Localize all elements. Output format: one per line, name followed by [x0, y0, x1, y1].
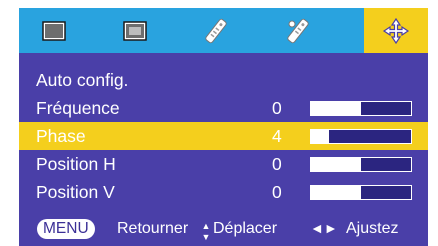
menu-item-value: 0 — [272, 154, 282, 174]
options-remote-icon — [287, 18, 309, 43]
tab-settings[interactable] — [187, 8, 245, 53]
frequence-slider[interactable] — [310, 101, 412, 116]
up-down-arrows-icon: ▲▼ — [201, 221, 211, 242]
picture-icon — [42, 20, 66, 41]
slider-fill — [311, 158, 361, 171]
tab-position[interactable] — [364, 8, 428, 53]
menu-item-label: Fréquence — [36, 98, 120, 118]
menu-item-frequence[interactable]: Fréquence 0 — [19, 94, 428, 122]
position-move-icon — [382, 17, 410, 44]
menu-item-auto-config[interactable]: Auto config. — [19, 66, 428, 94]
menu-item-position-h[interactable]: Position H 0 — [19, 150, 428, 178]
menu-item-value: 4 — [272, 126, 282, 146]
menu-item-value: 0 — [272, 182, 282, 202]
move-hint-label: Déplacer — [213, 220, 278, 237]
settings-remote-icon — [205, 18, 227, 43]
tab-screen[interactable] — [106, 8, 164, 53]
tab-options[interactable] — [269, 8, 327, 53]
menu-item-label: Auto config. — [36, 70, 129, 90]
screen-icon — [123, 20, 147, 41]
menu-key-badge: MENU — [37, 219, 95, 239]
position-v-slider[interactable] — [310, 185, 412, 200]
tab-bar — [19, 8, 428, 53]
back-hint-label: Retourner — [117, 220, 189, 237]
menu-item-position-v[interactable]: Position V 0 — [19, 178, 428, 206]
menu-item-value: 0 — [272, 98, 282, 118]
position-h-slider[interactable] — [310, 157, 412, 172]
menu-item-phase[interactable]: Phase 4 — [19, 122, 428, 150]
slider-fill — [311, 186, 361, 199]
left-right-arrows-icon: ◄► — [310, 220, 338, 236]
osd-menu-panel: Auto config. Fréquence 0 Phase 4 Positio… — [19, 8, 428, 246]
menu-item-label: Phase — [36, 126, 86, 146]
slider-fill — [311, 102, 361, 115]
slider-fill — [311, 130, 329, 143]
key-hint-bar: MENU Retourner ▲▼ Déplacer ◄► Ajustez — [19, 211, 428, 246]
adjust-hint-label: Ajustez — [346, 220, 399, 237]
menu-item-label: Position V — [36, 182, 115, 202]
phase-slider[interactable] — [310, 129, 412, 144]
tab-picture[interactable] — [25, 8, 83, 53]
settings-menu: Auto config. Fréquence 0 Phase 4 Positio… — [19, 53, 428, 211]
menu-item-label: Position H — [36, 154, 116, 174]
